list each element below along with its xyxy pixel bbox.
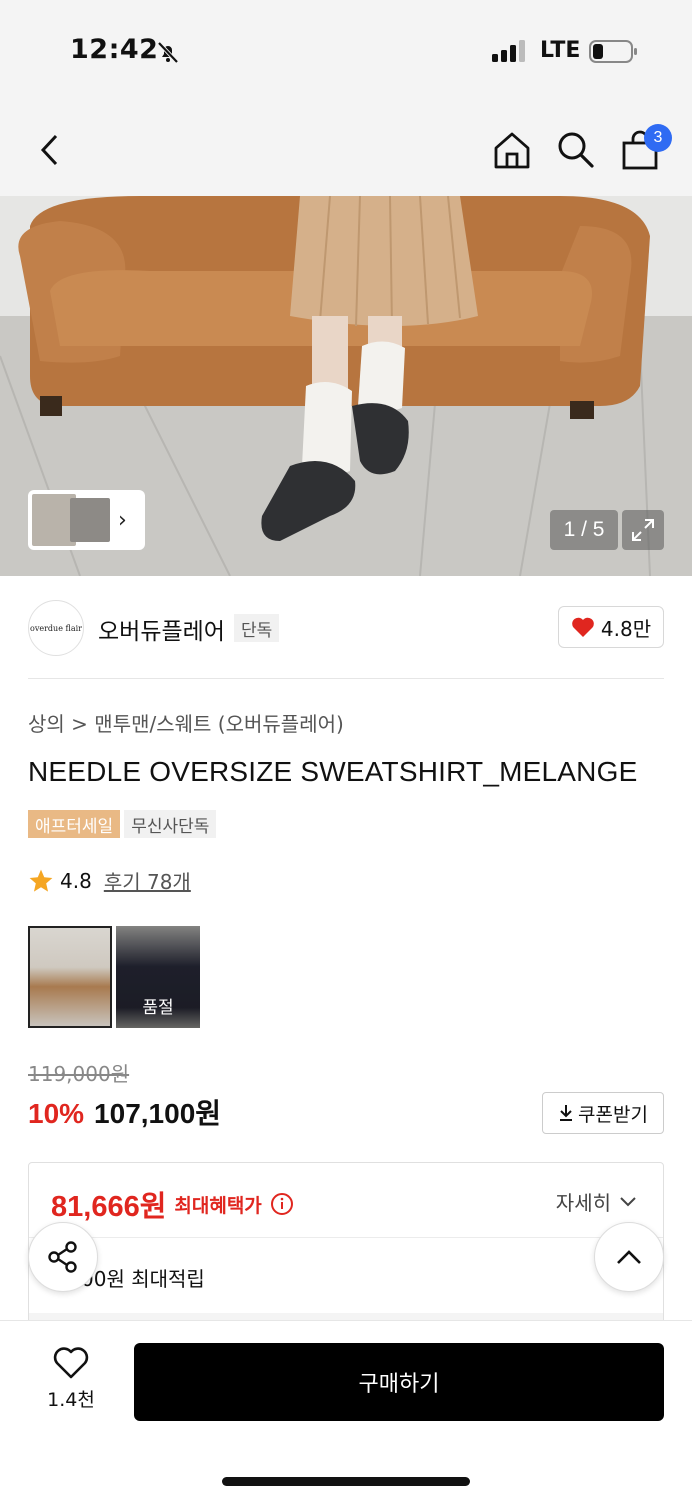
brand-like-button[interactable]: 4.8만: [558, 606, 664, 648]
benefit-detail-toggle[interactable]: 자세히: [556, 1187, 637, 1216]
chevron-left-icon: [40, 134, 58, 166]
coupon-label: 쿠폰받기: [578, 1103, 648, 1126]
rating-row: 4.8 후기 78개: [28, 866, 191, 895]
wishlist-button[interactable]: 1.4천: [40, 1347, 102, 1412]
exclusive-tag: 단독: [234, 614, 280, 642]
home-icon: [494, 132, 530, 169]
bell-off-icon: [157, 41, 179, 64]
image-pager: 1 / 5: [550, 510, 618, 550]
sale-tag: 애프터세일: [28, 810, 121, 838]
download-icon: [560, 1105, 573, 1121]
status-time: 12:42: [70, 34, 159, 65]
review-link[interactable]: 후기 78개: [104, 866, 191, 895]
expand-image-button[interactable]: [622, 510, 664, 550]
coupon-button[interactable]: 쿠폰받기: [542, 1092, 664, 1134]
network-label: LTE: [540, 38, 581, 63]
top-nav: 3: [0, 100, 692, 196]
breadcrumb: 상의 > 맨투맨/스웨트 (오버듀플레어): [28, 708, 344, 737]
discount-rate: 10%: [28, 1098, 85, 1129]
product-tags: 애프터세일 무신사단독: [28, 810, 217, 838]
divider: [28, 678, 664, 679]
home-button[interactable]: [488, 126, 536, 174]
scroll-top-button[interactable]: [594, 1222, 664, 1292]
rating-score: 4.8: [60, 868, 92, 893]
bottom-action-bar: 1.4천 구매하기: [0, 1320, 692, 1500]
max-points: 00원 최대적립: [81, 1267, 205, 1291]
brand-like-count: 4.8만: [600, 616, 652, 641]
buy-button[interactable]: 구매하기: [134, 1343, 664, 1421]
benefit-box: 81,666원 최대혜택가 자세히 00원 최대적립: [28, 1162, 664, 1332]
star-icon: [29, 869, 53, 892]
exclusive-product-tag: 무신사단독: [124, 810, 217, 838]
share-button[interactable]: [28, 1222, 98, 1292]
search-icon: [558, 132, 594, 168]
chevron-down-icon: [620, 1196, 636, 1206]
share-icon: [48, 1241, 77, 1273]
best-price: 81,666원: [51, 1191, 167, 1223]
battery-icon: [589, 40, 637, 63]
back-button[interactable]: [28, 126, 72, 174]
chevron-right-icon: >: [71, 712, 95, 736]
heart-filled-icon: [572, 617, 594, 637]
status-bar: 12:42 LTE: [0, 0, 692, 100]
sold-out-label: 품절: [116, 926, 200, 1028]
color-options: 품절: [28, 926, 200, 1028]
chevron-right-icon: ›: [118, 507, 127, 533]
brand-row: overdue flair 오버듀플레어 단독 4.8만: [28, 600, 664, 656]
divider: [29, 1237, 663, 1238]
home-indicator: [222, 1477, 470, 1486]
brand-logo[interactable]: overdue flair: [28, 600, 84, 656]
benefit-header: 81,666원 최대혜택가: [51, 1183, 294, 1225]
option-thumbnail-melange[interactable]: [28, 926, 112, 1028]
cart-count-badge: 3: [644, 124, 672, 152]
search-button[interactable]: [552, 126, 600, 174]
original-price: 119,000원: [28, 1062, 130, 1086]
wishlist-count: 1.4천: [47, 1389, 95, 1411]
sale-price: 107,100원: [94, 1098, 222, 1129]
cart-button[interactable]: 3: [616, 124, 672, 174]
option-thumbnail-navy[interactable]: 품절: [116, 926, 200, 1028]
breadcrumb-subcategory[interactable]: 맨투맨/스웨트 (오버듀플레어): [94, 712, 344, 736]
heart-outline-icon: [53, 1347, 89, 1379]
breadcrumb-category[interactable]: 상의: [28, 712, 65, 736]
detail-label: 자세히: [555, 1191, 611, 1215]
expand-icon: [632, 519, 654, 541]
chevron-up-icon: [617, 1250, 641, 1264]
info-icon[interactable]: [270, 1192, 294, 1216]
gallery-thumbnail: [70, 498, 110, 542]
gallery-thumbnail-strip[interactable]: ›: [28, 490, 145, 550]
brand-name[interactable]: 오버듀플레어: [98, 612, 225, 646]
best-price-label: 최대혜택가: [174, 1194, 262, 1217]
product-image-gallery[interactable]: › 1 / 5: [0, 196, 692, 576]
price-row: 10% 107,100원: [28, 1092, 221, 1132]
product-title: NEEDLE OVERSIZE SWEATSHIRT_MELANGE: [28, 756, 638, 787]
signal-icon: [492, 40, 525, 62]
